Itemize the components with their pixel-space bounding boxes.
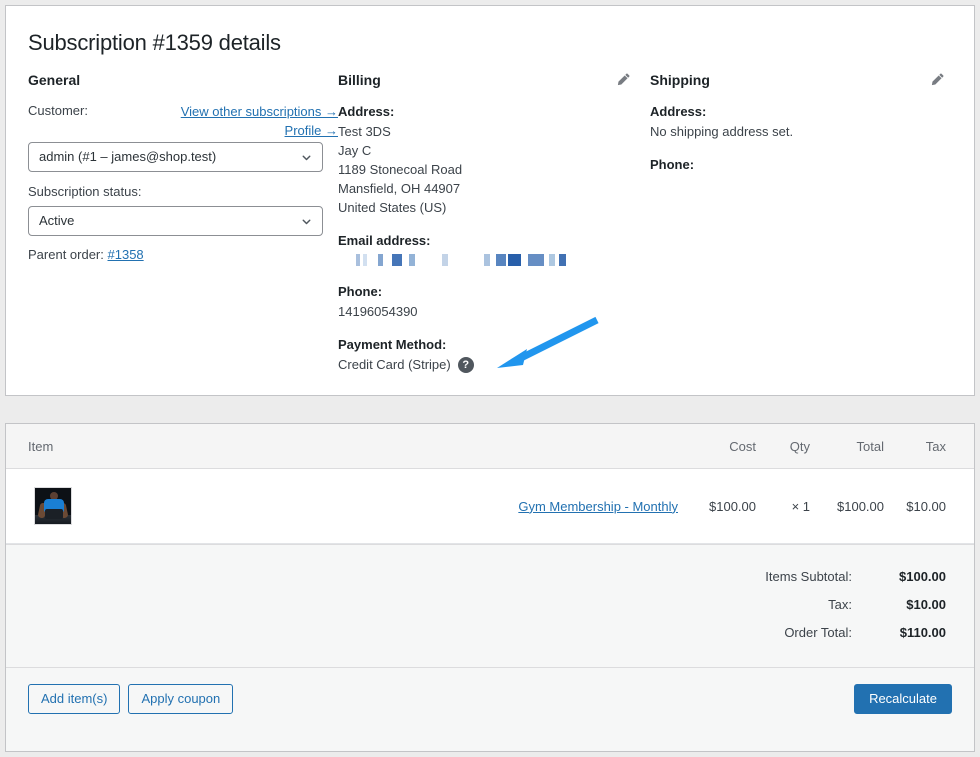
edit-shipping-pencil-icon[interactable] (930, 72, 946, 88)
item-tax: $10.00 (884, 469, 974, 544)
customer-select[interactable]: admin (#1 – james@shop.test) (28, 142, 323, 172)
view-other-subscriptions-link[interactable]: View other subscriptions → (181, 104, 338, 119)
table-row[interactable]: Gym Membership - Monthly $100.00 × 1 $10… (6, 469, 974, 544)
column-header-qty: Qty (756, 424, 810, 469)
order-totals: Items Subtotal: $100.00 Tax: $10.00 Orde… (6, 544, 974, 667)
recalculate-button[interactable]: Recalculate (854, 684, 952, 714)
billing-phone-label: Phone: (338, 282, 650, 301)
column-header-cost: Cost (678, 424, 756, 469)
general-column: General Customer: View other subscriptio… (28, 72, 338, 374)
spacer (338, 268, 650, 282)
payment-method-label: Payment Method: (338, 335, 650, 354)
payment-method-help-icon[interactable]: ? (458, 357, 474, 373)
billing-column: Billing Address: Test 3DS Jay C 1189 Sto… (338, 72, 650, 374)
items-header-row: Item Cost Qty Total Tax (6, 424, 974, 469)
item-thumbnail-cell (6, 469, 108, 544)
parent-order-label: Parent order: (28, 247, 104, 262)
billing-address-line: Jay C (338, 141, 650, 160)
order-total-value: $110.00 (870, 619, 946, 647)
spacer (338, 217, 650, 231)
page-title: Subscription #1359 details (6, 6, 974, 56)
items-table-head: Item Cost Qty Total Tax (6, 424, 974, 469)
billing-email-redacted-value (356, 254, 566, 266)
shipping-phone-label: Phone: (650, 155, 950, 174)
totals-row-items-subtotal: Items Subtotal: $100.00 (6, 563, 946, 591)
column-header-total: Total (810, 424, 884, 469)
shipping-address-value: No shipping address set. (650, 122, 950, 141)
billing-phone-value: 14196054390 (338, 302, 650, 321)
thumbnail-shorts (45, 509, 63, 519)
footer-left-buttons: Add item(s) Apply coupon (28, 684, 233, 714)
billing-email-label: Email address: (338, 231, 650, 250)
details-columns: General Customer: View other subscriptio… (6, 56, 974, 374)
items-panel-footer: Add item(s) Apply coupon Recalculate (6, 667, 974, 730)
chevron-down-icon (300, 143, 313, 171)
subscription-status-label: Subscription status: (28, 183, 338, 201)
column-header-item: Item (6, 424, 678, 469)
add-items-button[interactable]: Add item(s) (28, 684, 120, 714)
product-link[interactable]: Gym Membership - Monthly (518, 499, 678, 514)
column-header-tax: Tax (884, 424, 974, 469)
item-qty: × 1 (756, 469, 810, 544)
items-table-body: Gym Membership - Monthly $100.00 × 1 $10… (6, 469, 974, 544)
edit-billing-pencil-icon[interactable] (616, 72, 632, 88)
chevron-down-icon (300, 207, 313, 235)
profile-link[interactable]: Profile → (285, 123, 338, 138)
billing-address-line: United States (US) (338, 198, 650, 217)
item-name-cell: Gym Membership - Monthly (108, 469, 678, 544)
payment-method-value: Credit Card (Stripe) (338, 355, 451, 374)
order-items-panel: Item Cost Qty Total Tax (5, 423, 975, 752)
apply-coupon-button[interactable]: Apply coupon (128, 684, 233, 714)
totals-row-tax: Tax: $10.00 (6, 591, 946, 619)
items-subtotal-value: $100.00 (870, 563, 946, 591)
subscription-details-panel: Subscription #1359 details General Custo… (5, 5, 975, 396)
customer-select-value: admin (#1 – james@shop.test) (39, 149, 216, 164)
spacer (650, 141, 950, 155)
payment-method-row: Credit Card (Stripe) ? (338, 355, 650, 374)
tax-label: Tax: (828, 591, 870, 619)
product-thumbnail (34, 487, 72, 525)
order-total-label: Order Total: (784, 619, 870, 647)
items-subtotal-label: Items Subtotal: (765, 563, 870, 591)
billing-address-line: Mansfield, OH 44907 (338, 179, 650, 198)
totals-row-order-total: Order Total: $110.00 (6, 619, 946, 647)
general-heading: General (28, 72, 338, 88)
billing-address-line: Test 3DS (338, 122, 650, 141)
parent-order-link[interactable]: #1358 (108, 247, 144, 262)
customer-row: Customer: View other subscriptions → Pro… (28, 102, 338, 142)
shipping-address-label: Address: (650, 102, 950, 121)
item-total: $100.00 (810, 469, 884, 544)
subscription-status-value: Active (39, 213, 74, 228)
order-items-table: Item Cost Qty Total Tax (6, 424, 974, 544)
billing-address-line: 1189 Stonecoal Road (338, 160, 650, 179)
subscription-status-select[interactable]: Active (28, 206, 323, 236)
item-cost: $100.00 (678, 469, 756, 544)
billing-address-label: Address: (338, 102, 650, 121)
customer-links: View other subscriptions → Profile → (181, 102, 338, 140)
shipping-column: Shipping Address: No shipping address se… (650, 72, 950, 374)
billing-heading: Billing (338, 72, 650, 88)
shipping-heading: Shipping (650, 72, 950, 88)
tax-value: $10.00 (870, 591, 946, 619)
parent-order-row: Parent order: #1358 (28, 247, 338, 262)
spacer (338, 321, 650, 335)
